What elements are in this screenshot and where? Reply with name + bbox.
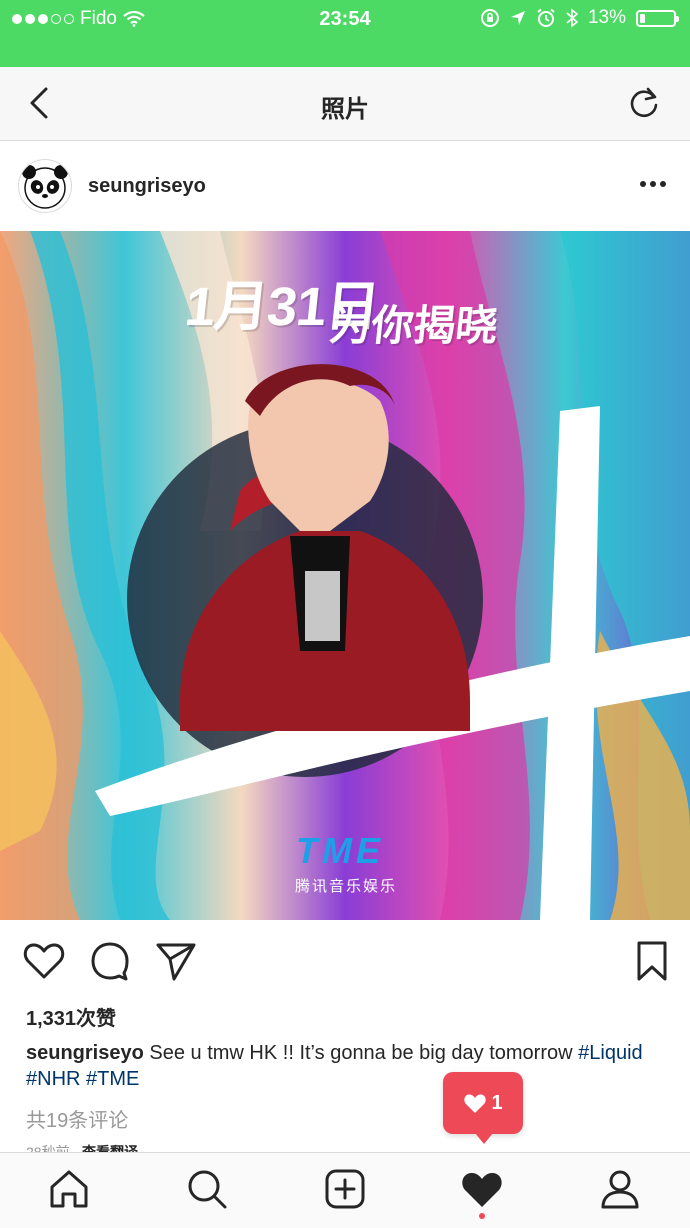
profile-icon[interactable] xyxy=(598,1167,642,1211)
post-time: 28秒前 xyxy=(26,1144,70,1152)
add-post-icon[interactable] xyxy=(323,1167,367,1211)
post-actions xyxy=(0,921,690,1001)
activity-notification-bubble[interactable]: 1 xyxy=(443,1072,523,1144)
alarm-icon xyxy=(537,8,555,27)
comment-icon[interactable] xyxy=(88,939,132,983)
tab-bar xyxy=(0,1152,690,1228)
post-caption: seungriseyo See u tmw HK !! It’s gonna b… xyxy=(26,1040,646,1092)
tme-logo: TME xyxy=(296,830,384,871)
post-timestamp-row: 28秒前 · 查看翻译 xyxy=(26,1142,138,1152)
battery-percent: 13% xyxy=(587,7,626,28)
heart-outline-icon[interactable] xyxy=(22,939,66,983)
hashtag-link[interactable]: #TME xyxy=(86,1068,139,1090)
heart-filled-icon xyxy=(464,1094,487,1113)
status-right: 13% xyxy=(480,7,679,29)
battery-icon xyxy=(636,9,679,27)
post-username[interactable]: seungriseyo xyxy=(88,175,206,198)
hashtag-link[interactable]: #Liquid xyxy=(578,1042,643,1064)
search-icon[interactable] xyxy=(185,1167,229,1211)
notification-count: 1 xyxy=(491,1091,503,1114)
bluetooth-icon xyxy=(566,8,578,28)
promo-subtitle-text: 为你揭晓 xyxy=(327,302,501,349)
translate-link[interactable]: 查看翻译 xyxy=(82,1144,138,1152)
status-bar: Fido 23:54 13% xyxy=(0,0,690,67)
caption-text: See u tmw HK !! It’s gonna be big day to… xyxy=(149,1042,573,1064)
refresh-icon[interactable] xyxy=(626,85,662,121)
post-header: seungriseyo xyxy=(0,141,690,231)
caption-username[interactable]: seungriseyo xyxy=(26,1042,144,1064)
panda-avatar-icon xyxy=(22,165,68,209)
hashtag-link[interactable]: #NHR xyxy=(26,1068,80,1090)
view-comments-link[interactable]: 共19条评论 xyxy=(26,1104,128,1133)
more-dots-icon[interactable] xyxy=(640,181,666,187)
location-icon xyxy=(510,11,525,25)
page-title: 照片 xyxy=(321,96,369,123)
tme-logo-text: 腾讯音乐娱乐 xyxy=(295,878,398,895)
bookmark-icon[interactable] xyxy=(630,939,674,983)
activity-indicator-dot xyxy=(479,1213,485,1219)
orientation-lock-icon xyxy=(480,9,499,27)
home-icon[interactable] xyxy=(47,1167,91,1211)
like-count[interactable]: 1,331次赞 xyxy=(26,1002,116,1031)
activity-heart-icon[interactable] xyxy=(460,1167,504,1211)
avatar[interactable] xyxy=(18,159,72,213)
nav-bar: 照片 xyxy=(0,67,690,141)
send-icon[interactable] xyxy=(154,939,198,983)
